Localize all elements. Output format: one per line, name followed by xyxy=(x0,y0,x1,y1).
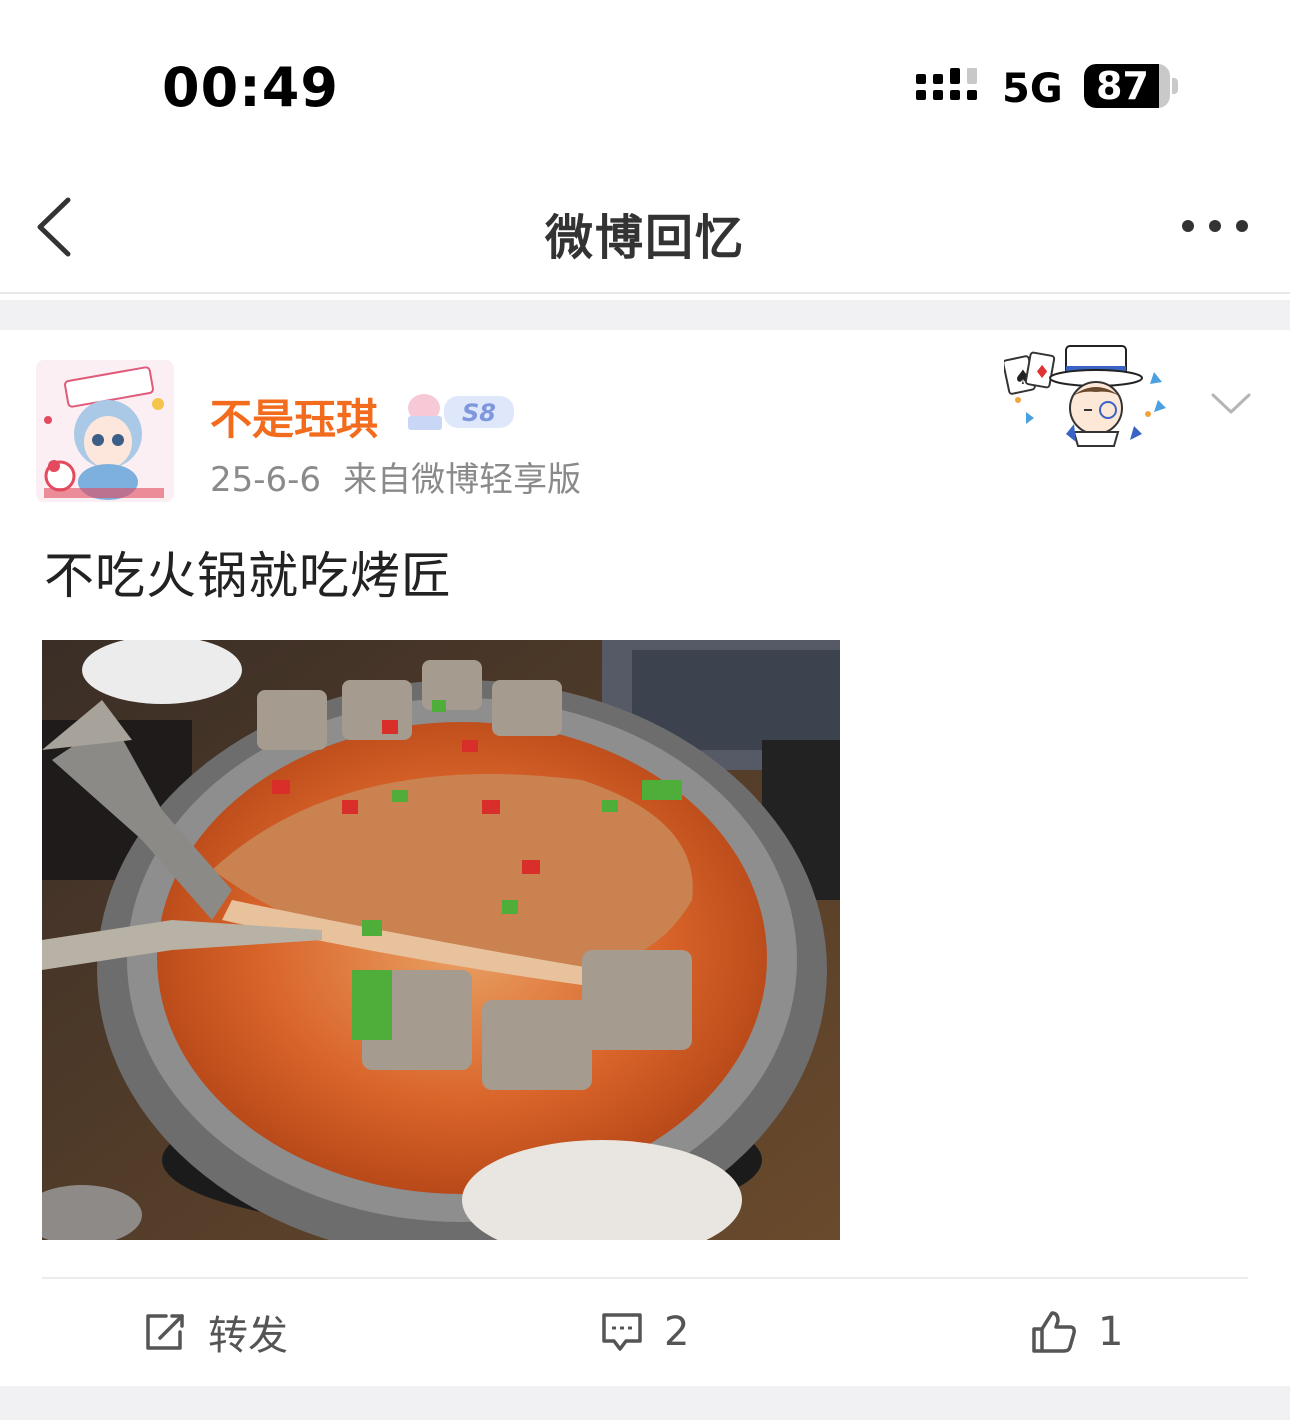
signal-icon xyxy=(916,68,977,100)
level-badge: S8 xyxy=(408,394,514,430)
thumbs-up-icon xyxy=(1032,1311,1076,1353)
comment-icon xyxy=(602,1313,642,1351)
post-date: 25-6-6 xyxy=(210,460,322,500)
section-gap xyxy=(0,1386,1290,1420)
character-sticker: ♠ ♦ xyxy=(1004,345,1166,447)
chevron-down-icon[interactable] xyxy=(1210,392,1252,416)
battery-level: 87 xyxy=(1096,64,1149,108)
action-divider xyxy=(42,1277,1248,1279)
username[interactable]: 不是珏琪 xyxy=(210,386,378,447)
comment-count: 2 xyxy=(664,1309,690,1355)
status-time: 00:49 xyxy=(162,56,339,119)
battery-icon: 87 xyxy=(1084,64,1178,110)
post-image[interactable] xyxy=(42,640,840,1240)
more-icon[interactable] xyxy=(1180,218,1250,234)
nav-divider xyxy=(0,292,1290,294)
comment-button[interactable]: 2 xyxy=(600,1302,689,1362)
avatar[interactable] xyxy=(36,360,174,502)
like-count: 1 xyxy=(1098,1309,1124,1355)
level-badge-text: S8 xyxy=(462,399,496,427)
repost-icon xyxy=(146,1314,184,1350)
post-source: 来自微博轻享版 xyxy=(343,460,582,500)
page-title: 微博回忆 xyxy=(544,210,745,266)
section-gap xyxy=(0,300,1290,330)
svg-text:♦: ♦ xyxy=(1034,362,1050,383)
repost-label: 转发 xyxy=(208,1313,288,1359)
post-meta: 25-6-6 来自微博轻享版 xyxy=(210,452,581,501)
repost-button[interactable]: 转发 xyxy=(144,1302,288,1362)
post-text: 不吃火锅就吃烤匠 xyxy=(44,547,452,605)
network-label: 5G xyxy=(1002,66,1063,112)
like-button[interactable]: 1 xyxy=(1030,1302,1123,1362)
